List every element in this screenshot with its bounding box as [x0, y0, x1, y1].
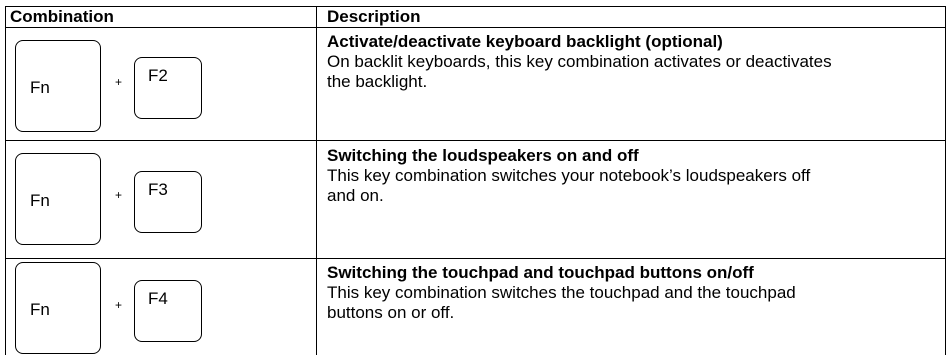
fn-key: Fn	[15, 40, 101, 132]
f2-key-label: F2	[148, 66, 168, 85]
f2-key: F2	[134, 57, 202, 119]
row-text-line: buttons on or off.	[327, 303, 455, 322]
table-left-border	[5, 6, 6, 355]
fn-key-label: Fn	[30, 191, 50, 210]
column-divider	[316, 6, 317, 355]
fn-key: Fn	[15, 262, 101, 354]
row-text-line: This key combination switches your noteb…	[327, 166, 811, 185]
row-title: Switching the touchpad and touchpad butt…	[327, 263, 754, 282]
f4-key: F4	[134, 280, 202, 342]
plus-sign: +	[115, 75, 123, 89]
fn-key-label: Fn	[30, 300, 50, 319]
f4-key-label: F4	[148, 289, 168, 308]
row1-bottom-border	[5, 140, 945, 141]
row-title: Switching the loudspeakers on and off	[327, 146, 639, 165]
f3-key: F3	[134, 171, 202, 233]
row-text-line: On backlit keyboards, this key combinati…	[327, 52, 832, 71]
header-description: Description	[327, 7, 421, 26]
fn-key: Fn	[15, 153, 101, 245]
fn-key-label: Fn	[30, 78, 50, 97]
plus-sign: +	[115, 188, 123, 202]
row-description: Switching the loudspeakers on and off Th…	[327, 146, 947, 206]
header-bottom-border	[5, 27, 945, 28]
row2-bottom-border	[5, 258, 945, 259]
row-text-line: the backlight.	[327, 72, 428, 91]
row-title: Activate/deactivate keyboard backlight (…	[327, 32, 723, 51]
table-top-border	[5, 6, 945, 7]
row-description: Switching the touchpad and touchpad butt…	[327, 263, 947, 323]
f3-key-label: F3	[148, 180, 168, 199]
row-description: Activate/deactivate keyboard backlight (…	[327, 32, 947, 92]
row-text-line: and on.	[327, 186, 384, 205]
plus-sign: +	[115, 298, 123, 312]
header-combination: Combination	[10, 7, 114, 26]
row-text-line: This key combination switches the touchp…	[327, 283, 796, 302]
